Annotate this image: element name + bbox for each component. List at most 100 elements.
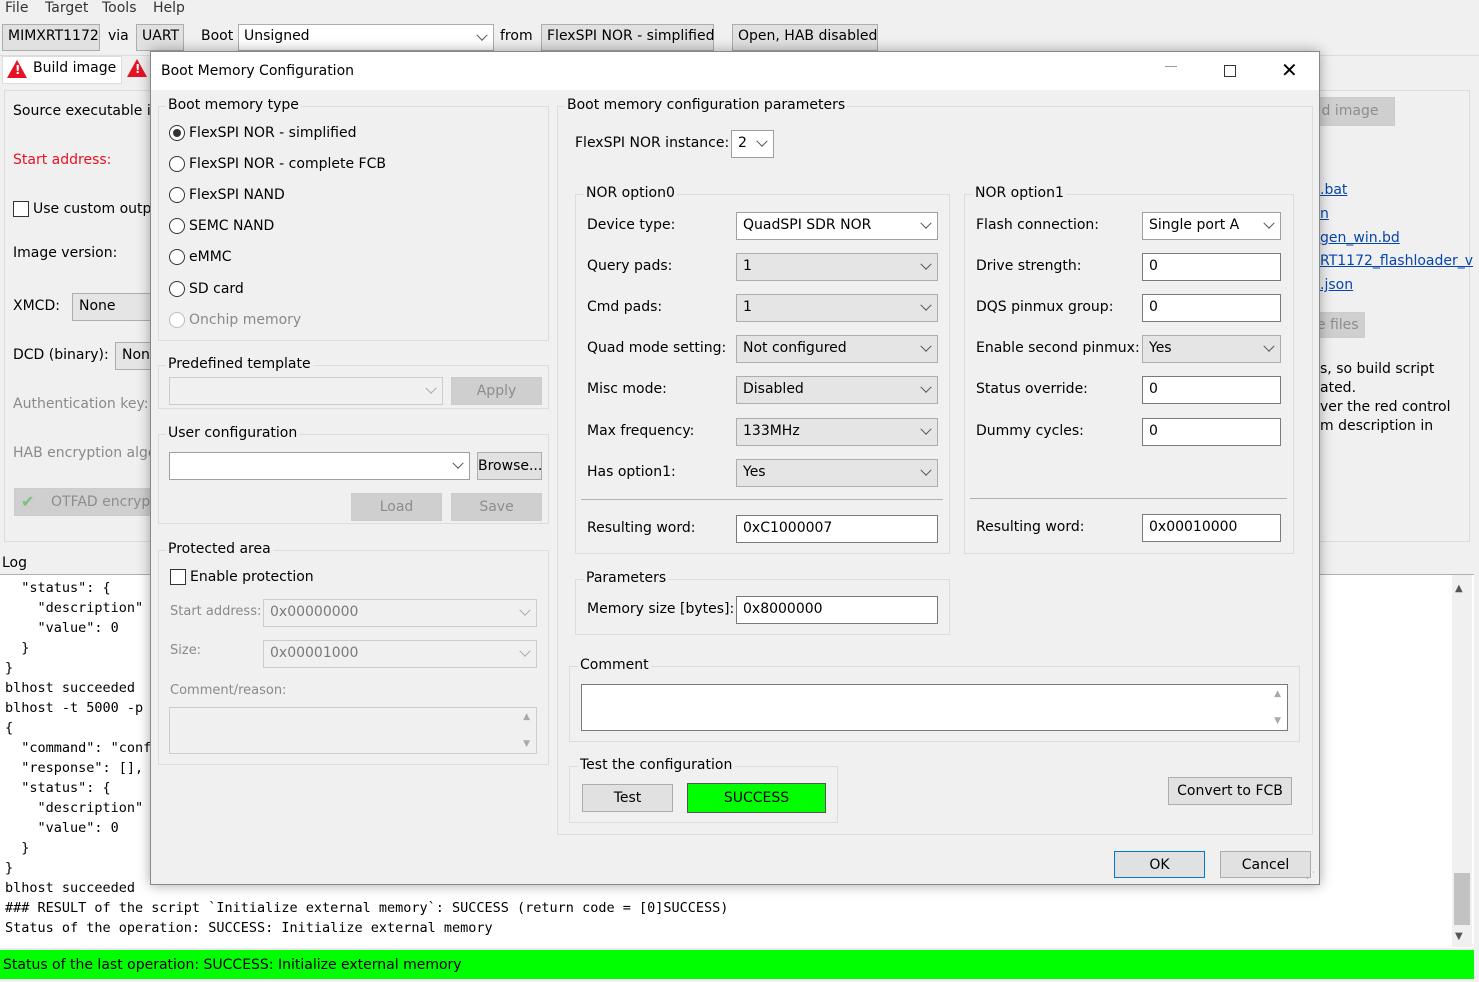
second-pinmux-value: Yes	[1149, 340, 1172, 356]
option1-result-label: Resulting word:	[976, 519, 1085, 535]
max-frequency-select[interactable]: 133MHz	[736, 418, 938, 446]
radio-icon	[169, 249, 185, 265]
cmd-pads-select[interactable]: 1	[736, 294, 938, 322]
via-label: via	[108, 28, 129, 44]
radio-icon	[169, 218, 185, 234]
chevron-down-icon	[920, 217, 932, 229]
log-line: "status": {	[5, 580, 111, 596]
protected-size-select[interactable]: 0x00001000	[263, 640, 537, 668]
user-configuration-select[interactable]	[169, 452, 470, 480]
radio-flexspi-nand[interactable]: FlexSPI NAND	[169, 187, 285, 203]
boot-memory-button[interactable]: FlexSPI NOR - simplified	[541, 24, 714, 51]
menu-help[interactable]: Help	[153, 0, 185, 16]
device-select[interactable]: MIMXRT1172	[2, 24, 100, 51]
otfad-encryption-button[interactable]: ✔ OTFAD encryp	[14, 488, 152, 516]
dqs-pinmux-field[interactable]: 0	[1142, 294, 1281, 322]
start-address-label: Start address:	[13, 152, 112, 168]
log-scrollbar[interactable]: ▲ ▼	[1452, 575, 1472, 947]
chevron-down-icon	[1263, 217, 1275, 229]
quad-mode-select[interactable]: Not configured	[736, 335, 938, 363]
status-bar: Status of the last operation: SUCCESS: I…	[0, 950, 1474, 979]
cmd-pads-value: 1	[743, 299, 752, 315]
save-button[interactable]: Save	[451, 493, 542, 521]
interface-select[interactable]: UART	[136, 24, 184, 51]
boot-type-select[interactable]: Unsigned	[238, 24, 494, 51]
chevron-down-icon	[920, 381, 932, 393]
menu-target[interactable]: Target	[45, 0, 88, 16]
max-frequency-label: Max frequency:	[587, 423, 695, 439]
log-line: "status": {	[5, 780, 111, 796]
flash-connection-select[interactable]: Single port A	[1142, 212, 1281, 240]
radio-label: FlexSPI NAND	[189, 187, 285, 203]
link-bat[interactable]: .bat	[1320, 182, 1347, 198]
device-type-select[interactable]: QuadSPI SDR NOR	[736, 212, 938, 240]
predefined-template-select[interactable]	[169, 377, 443, 405]
drive-strength-label: Drive strength:	[976, 258, 1082, 274]
log-line: "value": 0	[5, 820, 119, 836]
close-icon[interactable]: ✕	[1281, 58, 1298, 82]
has-option1-select[interactable]: Yes	[736, 459, 938, 487]
radio-sd-card[interactable]: SD card	[169, 281, 244, 297]
link-flashloader[interactable]: RT1172_flashloader_v	[1320, 253, 1473, 269]
radio-flexspi-nor-fcb[interactable]: FlexSPI NOR - complete FCB	[169, 156, 386, 172]
boot-type-value: Unsigned	[244, 28, 310, 44]
flexspi-instance-value: 2	[738, 135, 747, 151]
flexspi-instance-label: FlexSPI NOR instance:	[575, 135, 730, 151]
chevron-down-icon	[920, 299, 932, 311]
flexspi-instance-select[interactable]: 2	[731, 130, 774, 158]
divider	[581, 499, 943, 500]
minimize-icon[interactable]	[1165, 66, 1177, 67]
menu-tools[interactable]: Tools	[102, 0, 137, 16]
boot-label: Boot	[201, 28, 234, 44]
query-pads-select[interactable]: 1	[736, 253, 938, 281]
option1-result-field[interactable]: 0x00010000	[1142, 514, 1281, 542]
protected-start-select[interactable]: 0x00000000	[263, 599, 537, 627]
maximize-icon[interactable]	[1224, 65, 1236, 77]
apply-button[interactable]: Apply	[451, 377, 542, 405]
protected-comment-textarea[interactable]: ▲ ▼	[169, 707, 537, 754]
enable-protection-checkbox[interactable]: Enable protection	[170, 569, 314, 585]
warning-icon: !	[127, 59, 147, 77]
comment-textarea[interactable]: ▲ ▼	[581, 684, 1288, 731]
scroll-up-icon[interactable]: ▲	[1455, 583, 1463, 594]
link-json[interactable]: .json	[1320, 277, 1353, 293]
xmcd-label: XMCD:	[13, 298, 60, 314]
scroll-down-icon[interactable]: ▼	[1455, 931, 1463, 942]
dummy-cycles-label: Dummy cycles:	[976, 423, 1084, 439]
lifecycle-button[interactable]: Open, HAB disabled	[732, 24, 878, 51]
convert-to-fcb-button[interactable]: Convert to FCB	[1168, 777, 1292, 805]
link-gen-win-bd[interactable]: gen_win.bd	[1320, 230, 1400, 246]
tab-build-image[interactable]: ! Build image	[2, 56, 122, 84]
ok-button[interactable]: OK	[1114, 851, 1205, 878]
misc-mode-select[interactable]: Disabled	[736, 376, 938, 404]
scroll-thumb[interactable]	[1454, 873, 1470, 925]
use-custom-output-checkbox[interactable]: Use custom outpu	[13, 201, 160, 217]
memory-size-field[interactable]: 0x8000000	[736, 596, 938, 624]
chevron-down-icon	[425, 382, 437, 394]
browse-button[interactable]: Browse...	[477, 452, 542, 480]
dummy-cycles-field[interactable]: 0	[1142, 418, 1281, 446]
load-button[interactable]: Load	[351, 493, 442, 521]
log-line: Status of the operation: SUCCESS: Initia…	[5, 920, 493, 936]
resize-grip-icon[interactable]: ⋰	[1306, 871, 1315, 881]
option0-result-field[interactable]: 0xC1000007	[736, 515, 938, 543]
second-pinmux-select[interactable]: Yes	[1142, 335, 1281, 363]
test-configuration-label: Test the configuration	[578, 757, 735, 773]
radio-onchip-memory[interactable]: Onchip memory	[169, 312, 301, 328]
radio-emmc[interactable]: eMMC	[169, 249, 232, 265]
dcd-label: DCD (binary):	[13, 347, 109, 363]
radio-semc-nand[interactable]: SEMC NAND	[169, 218, 274, 234]
cancel-button[interactable]: Cancel	[1220, 851, 1311, 878]
info-line: s, so build script	[1320, 361, 1435, 377]
link-n[interactable]: n	[1320, 206, 1329, 222]
chevron-down-icon	[476, 29, 488, 41]
radio-flexspi-nor-simplified[interactable]: FlexSPI NOR - simplified	[169, 125, 356, 141]
menu-file[interactable]: File	[5, 0, 28, 16]
drive-strength-field[interactable]: 0	[1142, 253, 1281, 281]
test-button[interactable]: Test	[582, 784, 673, 812]
chevron-down-icon	[756, 135, 768, 147]
dcd-select[interactable]: Non	[115, 342, 152, 370]
radio-icon	[169, 156, 185, 172]
xmcd-select[interactable]: None	[72, 293, 152, 321]
status-override-field[interactable]: 0	[1142, 376, 1281, 404]
